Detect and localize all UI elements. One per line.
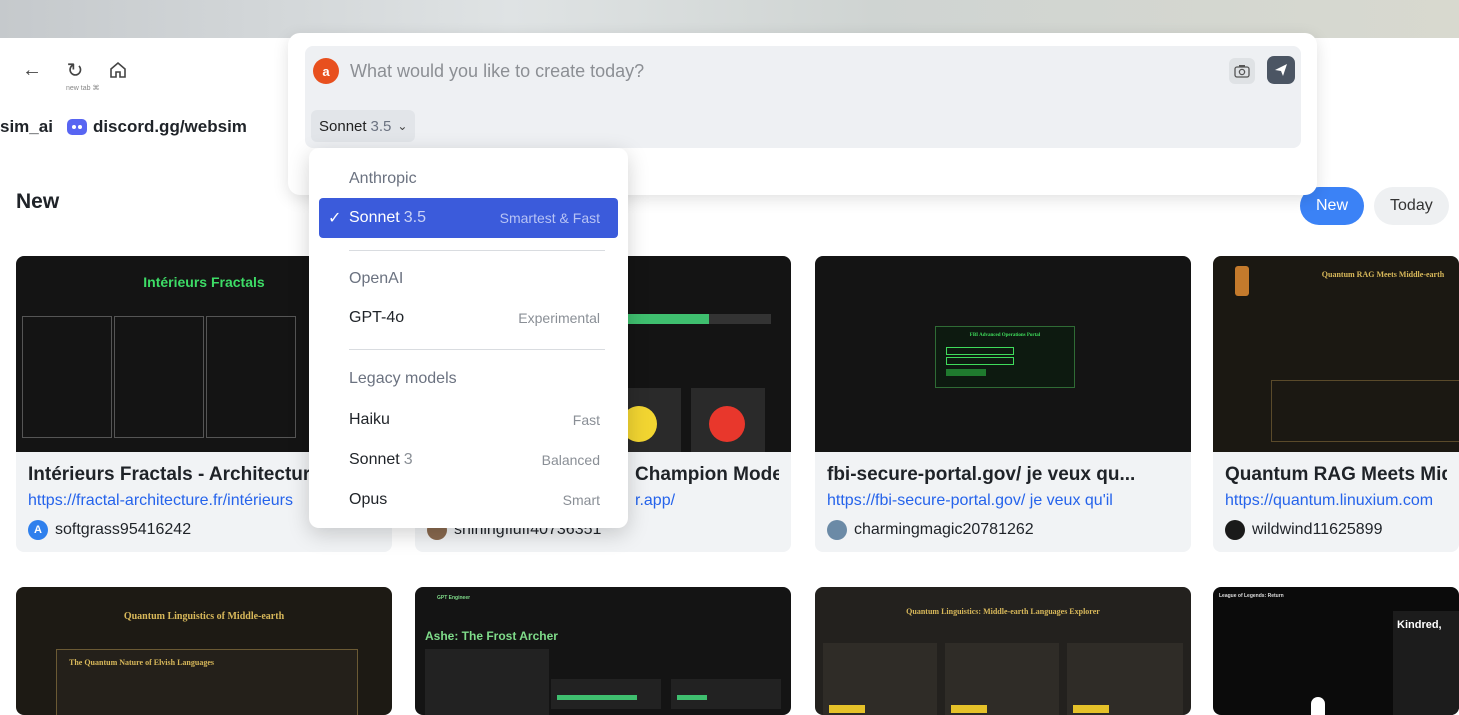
filter-pills: New Today: [1300, 187, 1449, 225]
project-card[interactable]: League of Legends: Return Kindred,: [1213, 587, 1459, 715]
thumb-title: Ashe: The Frost Archer: [425, 629, 558, 643]
discord-icon: [66, 119, 87, 135]
card-author: charmingmagic20781262: [827, 520, 1179, 540]
option-name: GPT-4o: [349, 309, 405, 326]
option-hint: Fast: [572, 412, 600, 428]
avatar: A: [28, 520, 48, 540]
dropdown-group-header: Legacy models: [349, 370, 457, 387]
model-option-gpt-4o[interactable]: GPT-4o Experimental: [319, 298, 618, 338]
websim-logo-icon: a: [313, 58, 339, 84]
option-hint: Smartest & Fast: [499, 210, 600, 226]
card-thumbnail: League of Legends: Return Kindred,: [1213, 587, 1459, 715]
card-thumbnail: Quantum RAG Meets Middle-earth: [1213, 256, 1459, 452]
thumb-title: Quantum Linguistics of Middle-earth: [123, 611, 285, 622]
card-title: Quantum RAG Meets Middle-earth: [1225, 464, 1447, 485]
option-version: 3: [403, 451, 413, 468]
option-hint: Balanced: [541, 452, 600, 468]
card-author: wildwind11625899: [1225, 520, 1447, 540]
option-hint: Smart: [562, 492, 600, 508]
option-name: Opus: [349, 491, 388, 508]
author-name[interactable]: softgrass95416242: [55, 521, 191, 539]
thumb-title: Quantum RAG Meets Middle-earth: [1321, 270, 1445, 279]
card-title: Champion Model...: [635, 464, 779, 485]
check-icon: ✓: [328, 210, 342, 227]
model-select[interactable]: Sonnet 3.5 ⌄: [311, 110, 416, 142]
card-url[interactable]: https://quantum.linuxium.com: [1225, 492, 1447, 510]
chevron-down-icon: ⌄: [397, 119, 408, 133]
card-thumbnail: GPT Engineer Ashe: The Frost Archer: [415, 587, 791, 715]
option-name: Sonnet: [349, 451, 400, 468]
send-icon[interactable]: [1267, 56, 1295, 84]
thumb-title: Quantum Linguistics: Middle-earth Langua…: [906, 607, 1100, 616]
model-name: Sonnet: [319, 117, 367, 135]
dropdown-divider: [349, 250, 605, 251]
option-name: Haiku: [349, 411, 390, 428]
thumb-title: FBI Advanced Operations Portal: [969, 333, 1041, 338]
project-card[interactable]: Quantum RAG Meets Middle-earth Quantum R…: [1213, 256, 1459, 552]
prompt-input[interactable]: [348, 54, 1212, 88]
new-tab-hint: new tab ⌘: [66, 85, 100, 92]
model-dropdown: Anthropic ✓ Sonnet 3.5 Smartest & Fast Op…: [309, 148, 628, 528]
option-name: Sonnet: [349, 209, 400, 226]
project-card[interactable]: GPT Engineer Ashe: The Frost Archer: [415, 587, 791, 715]
card-thumbnail: Quantum Linguistics: Middle-earth Langua…: [815, 587, 1191, 715]
author-name[interactable]: charmingmagic20781262: [854, 521, 1034, 539]
option-version: 3.5: [403, 209, 426, 226]
thumb-title: League of Legends: Return: [1219, 593, 1284, 599]
model-option-sonnet-3-5[interactable]: ✓ Sonnet 3.5 Smartest & Fast: [319, 198, 618, 238]
bookmark-label: sim_ai: [0, 117, 53, 136]
model-version: 3.5: [370, 117, 392, 135]
thumb-subtitle: GPT Engineer: [437, 595, 471, 601]
project-card[interactable]: FBI Advanced Operations Portal fbi-secur…: [815, 256, 1191, 552]
bookmark-discord[interactable]: discord.gg/websim: [66, 117, 247, 137]
dropdown-group-header: Anthropic: [349, 170, 417, 187]
option-hint: Experimental: [518, 310, 600, 326]
card-thumbnail: FBI Advanced Operations Portal: [815, 256, 1191, 452]
arrow-left-icon[interactable]: ←: [20, 58, 44, 82]
home-icon[interactable]: [106, 58, 130, 82]
avatar: [827, 520, 847, 540]
dropdown-group-header: OpenAI: [349, 270, 404, 287]
camera-icon[interactable]: [1229, 58, 1255, 84]
project-card[interactable]: Quantum Linguistics of Middle-earth The …: [16, 587, 392, 715]
author-name[interactable]: wildwind11625899: [1252, 521, 1382, 539]
section-title: New: [16, 190, 60, 213]
card-thumbnail: Quantum Linguistics of Middle-earth The …: [16, 587, 392, 715]
avatar: [1225, 520, 1245, 540]
bookmark-sim-ai[interactable]: sim_ai: [0, 117, 53, 137]
filter-today[interactable]: Today: [1374, 187, 1449, 225]
card-title: fbi-secure-portal.gov/ je veux qu...: [827, 464, 1136, 485]
bookmarks-bar: sim_ai discord.gg/websim: [0, 112, 261, 142]
dropdown-divider: [349, 349, 605, 350]
model-option-sonnet-3[interactable]: Sonnet 3 Balanced: [319, 440, 618, 480]
model-option-opus[interactable]: Opus Smart: [319, 480, 618, 520]
card-url[interactable]: r.app/: [635, 492, 779, 510]
thumb-subtitle: Kindred,: [1397, 619, 1442, 631]
reload-icon[interactable]: ↻: [63, 58, 87, 82]
thumb-subtitle: The Quantum Nature of Elvish Languages: [69, 658, 214, 667]
model-option-haiku[interactable]: Haiku Fast: [319, 400, 618, 440]
project-card[interactable]: Quantum Linguistics: Middle-earth Langua…: [815, 587, 1191, 715]
card-url[interactable]: https://fbi-secure-portal.gov/ je veux q…: [827, 492, 1179, 510]
bookmark-label: discord.gg/websim: [92, 117, 247, 136]
